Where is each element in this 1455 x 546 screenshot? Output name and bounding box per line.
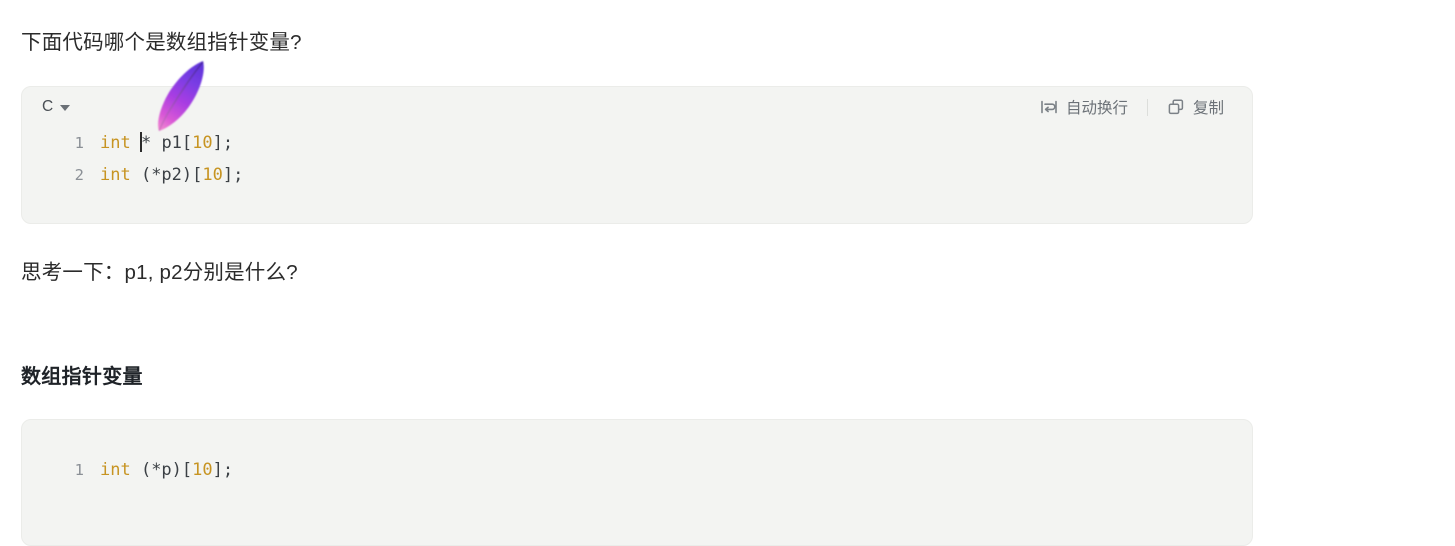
code-line-text: int (*p2)[10]; xyxy=(100,165,244,185)
code-block-header: C 自动换行 复制 xyxy=(22,87,1252,127)
word-wrap-icon xyxy=(1040,99,1058,115)
line-number: 1 xyxy=(74,461,84,479)
code-line: 2 int (*p2)[10]; xyxy=(22,159,1252,191)
code-header-actions: 自动换行 复制 xyxy=(1030,92,1234,122)
word-wrap-label: 自动换行 xyxy=(1065,100,1128,117)
code-body[interactable]: 1 int * p1[10]; 2 int (*p2)[10]; xyxy=(22,127,1252,201)
language-selector[interactable]: C xyxy=(42,98,71,116)
language-label: C xyxy=(42,98,54,115)
code-line-text: int * p1[10]; xyxy=(100,132,234,153)
reflection-paragraph: 思考一下：p1, p2分别是什么? xyxy=(21,261,298,284)
code-block-secondary: 1 int (*p)[10]; xyxy=(21,419,1253,546)
code-line-text: int (*p)[10]; xyxy=(100,460,234,480)
code-line: 1 int (*p)[10]; xyxy=(22,454,1252,486)
chevron-down-icon xyxy=(60,105,71,111)
code-block-primary: C 自动换行 复制 1 int * p1[10]; 2 int (*p2)[10… xyxy=(21,86,1253,224)
copy-icon xyxy=(1167,98,1185,116)
section-heading: 数组指针变量 xyxy=(21,366,143,388)
copy-label: 复制 xyxy=(1192,100,1224,117)
code-body[interactable]: 1 int (*p)[10]; xyxy=(22,420,1252,496)
question-paragraph: 下面代码哪个是数组指针变量? xyxy=(21,31,302,54)
line-number: 2 xyxy=(74,166,84,184)
copy-button[interactable]: 复制 xyxy=(1157,92,1234,122)
line-number: 1 xyxy=(74,134,84,152)
header-divider xyxy=(1146,98,1148,116)
word-wrap-button[interactable]: 自动换行 xyxy=(1030,92,1138,122)
code-line: 1 int * p1[10]; xyxy=(22,127,1252,159)
page-root: 下面代码哪个是数组指针变量? C 自动换行 复制 1 int * p1[10];… xyxy=(0,0,1455,546)
